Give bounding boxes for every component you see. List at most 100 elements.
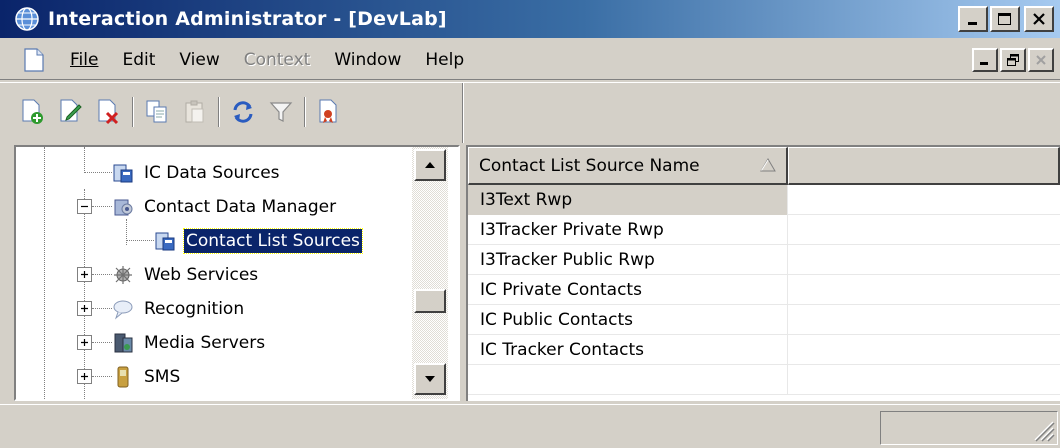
tree-item-sms[interactable]: SMS: [112, 361, 182, 393]
sort-ascending-icon: [760, 158, 776, 172]
expand-toggle[interactable]: [77, 369, 92, 384]
tree-item-media-servers[interactable]: Media Servers: [112, 327, 267, 359]
menu-bar: File Edit View Context Window Help: [0, 40, 1060, 80]
refresh-icon: [233, 101, 253, 123]
tree-item-recognition[interactable]: Recognition: [112, 293, 246, 325]
title-bar[interactable]: Interaction Administrator - [DevLab]: [0, 0, 1060, 38]
contact-list-view[interactable]: Contact List Source Name I3Text Rwp I3Tr…: [466, 145, 1060, 401]
arrow-up-icon: [425, 162, 435, 168]
list-item[interactable]: I3Text Rwp: [468, 185, 1060, 215]
list-item[interactable]: I3Tracker Private Rwp: [468, 215, 1060, 245]
arrow-down-icon: [425, 376, 435, 382]
menu-context-label: Context: [243, 49, 311, 70]
new-button[interactable]: [14, 95, 52, 129]
menu-view[interactable]: View: [167, 50, 231, 70]
recognition-icon: [113, 300, 133, 320]
tree-item-contact-data-manager[interactable]: Contact Data Manager: [112, 191, 338, 223]
copy-icon: [146, 100, 167, 123]
tree-item-web-services[interactable]: Web Services: [112, 259, 260, 291]
menu-window[interactable]: Window: [322, 50, 413, 70]
column-header-source-name[interactable]: Contact List Source Name: [468, 147, 788, 185]
tree-item-label: Media Servers: [144, 333, 266, 353]
minimize-icon: [980, 62, 988, 65]
menu-file[interactable]: File: [58, 50, 110, 70]
expand-toggle[interactable]: [77, 335, 92, 350]
status-bar: [0, 404, 1060, 448]
filter-icon: [269, 102, 293, 122]
list-header: Contact List Source Name: [468, 147, 1060, 185]
window-title: Interaction Administrator - [DevLab]: [48, 8, 447, 30]
report-icon: [319, 99, 337, 123]
new-icon: [22, 99, 43, 124]
resize-grip-icon[interactable]: [1029, 416, 1055, 442]
menu-edit[interactable]: Edit: [110, 50, 167, 70]
list-item[interactable]: I3Tracker Public Rwp: [468, 245, 1060, 275]
tree-item-ic-data-sources[interactable]: IC Data Sources: [112, 157, 282, 189]
database-icon: [155, 232, 175, 251]
scroll-up-button[interactable]: [414, 149, 446, 181]
paste-icon: [185, 100, 204, 123]
list-item-label: IC Private Contacts: [468, 275, 788, 305]
pane-divider[interactable]: [462, 83, 464, 143]
list-item-label: I3Text Rwp: [468, 185, 788, 215]
maximize-button[interactable]: [990, 6, 1020, 32]
menu-help[interactable]: Help: [413, 50, 476, 70]
document-icon[interactable]: [24, 47, 44, 72]
edit-icon: [60, 99, 82, 122]
menu-context[interactable]: Context: [232, 50, 323, 70]
restore-icon: [1007, 54, 1019, 66]
toolbar-separator: [132, 97, 134, 127]
mdi-minimize-button[interactable]: [972, 48, 998, 72]
contact-manager-icon: [114, 199, 133, 216]
mdi-restore-button[interactable]: [1000, 48, 1026, 72]
refresh-button[interactable]: [224, 95, 262, 129]
tree-scrollbar[interactable]: [412, 147, 448, 399]
list-item[interactable]: IC Public Contacts: [468, 305, 1060, 335]
plus-icon: [81, 339, 88, 346]
close-icon: [1033, 13, 1045, 25]
tree-item-label: Contact List Sources: [183, 228, 363, 254]
list-item-label: I3Tracker Private Rwp: [468, 215, 788, 245]
copy-button[interactable]: [138, 95, 176, 129]
mdi-controls: [972, 48, 1054, 72]
tree-item-label: Contact Data Manager: [144, 197, 337, 217]
plus-icon: [81, 373, 88, 380]
window-controls: [958, 6, 1054, 32]
expand-toggle[interactable]: [77, 267, 92, 282]
phone-icon: [117, 366, 129, 388]
plus-icon: [81, 271, 88, 278]
close-button[interactable]: [1024, 6, 1054, 32]
status-panel: [880, 411, 1058, 445]
menu-edit-label: Edit: [122, 49, 156, 70]
menu-window-label: Window: [334, 49, 402, 70]
expand-toggle[interactable]: [77, 301, 92, 316]
report-button[interactable]: [310, 95, 348, 129]
list-item[interactable]: IC Private Contacts: [468, 275, 1060, 305]
minus-icon: [81, 205, 88, 208]
tree-item-label: Recognition: [144, 299, 245, 319]
toolbar: [0, 82, 1060, 143]
list-item-label: IC Public Contacts: [468, 305, 788, 335]
scroll-thumb[interactable]: [414, 289, 446, 313]
list-rows: I3Text Rwp I3Tracker Private Rwp I3Track…: [468, 185, 1060, 395]
minimize-button[interactable]: [958, 6, 988, 32]
web-services-icon: [114, 266, 132, 284]
navigation-tree[interactable]: IC Data Sources Contact Data Manager Con…: [14, 145, 460, 401]
delete-icon: [98, 99, 119, 125]
minimize-icon: [968, 22, 977, 25]
column-header-empty[interactable]: [788, 147, 1060, 185]
globe-app-icon: [15, 7, 39, 31]
mdi-close-button[interactable]: [1028, 48, 1054, 72]
menu-file-label: File: [70, 49, 99, 70]
tree-item-contact-list-sources[interactable]: Contact List Sources: [154, 225, 363, 257]
maximize-icon: [998, 13, 1011, 25]
list-item[interactable]: IC Tracker Contacts: [468, 335, 1060, 365]
filter-button[interactable]: [262, 95, 300, 129]
media-server-icon: [114, 333, 133, 353]
database-icon: [113, 164, 133, 183]
delete-button[interactable]: [90, 95, 128, 129]
edit-button[interactable]: [52, 95, 90, 129]
scroll-down-button[interactable]: [414, 363, 446, 395]
collapse-toggle[interactable]: [77, 199, 92, 214]
paste-button[interactable]: [176, 95, 214, 129]
